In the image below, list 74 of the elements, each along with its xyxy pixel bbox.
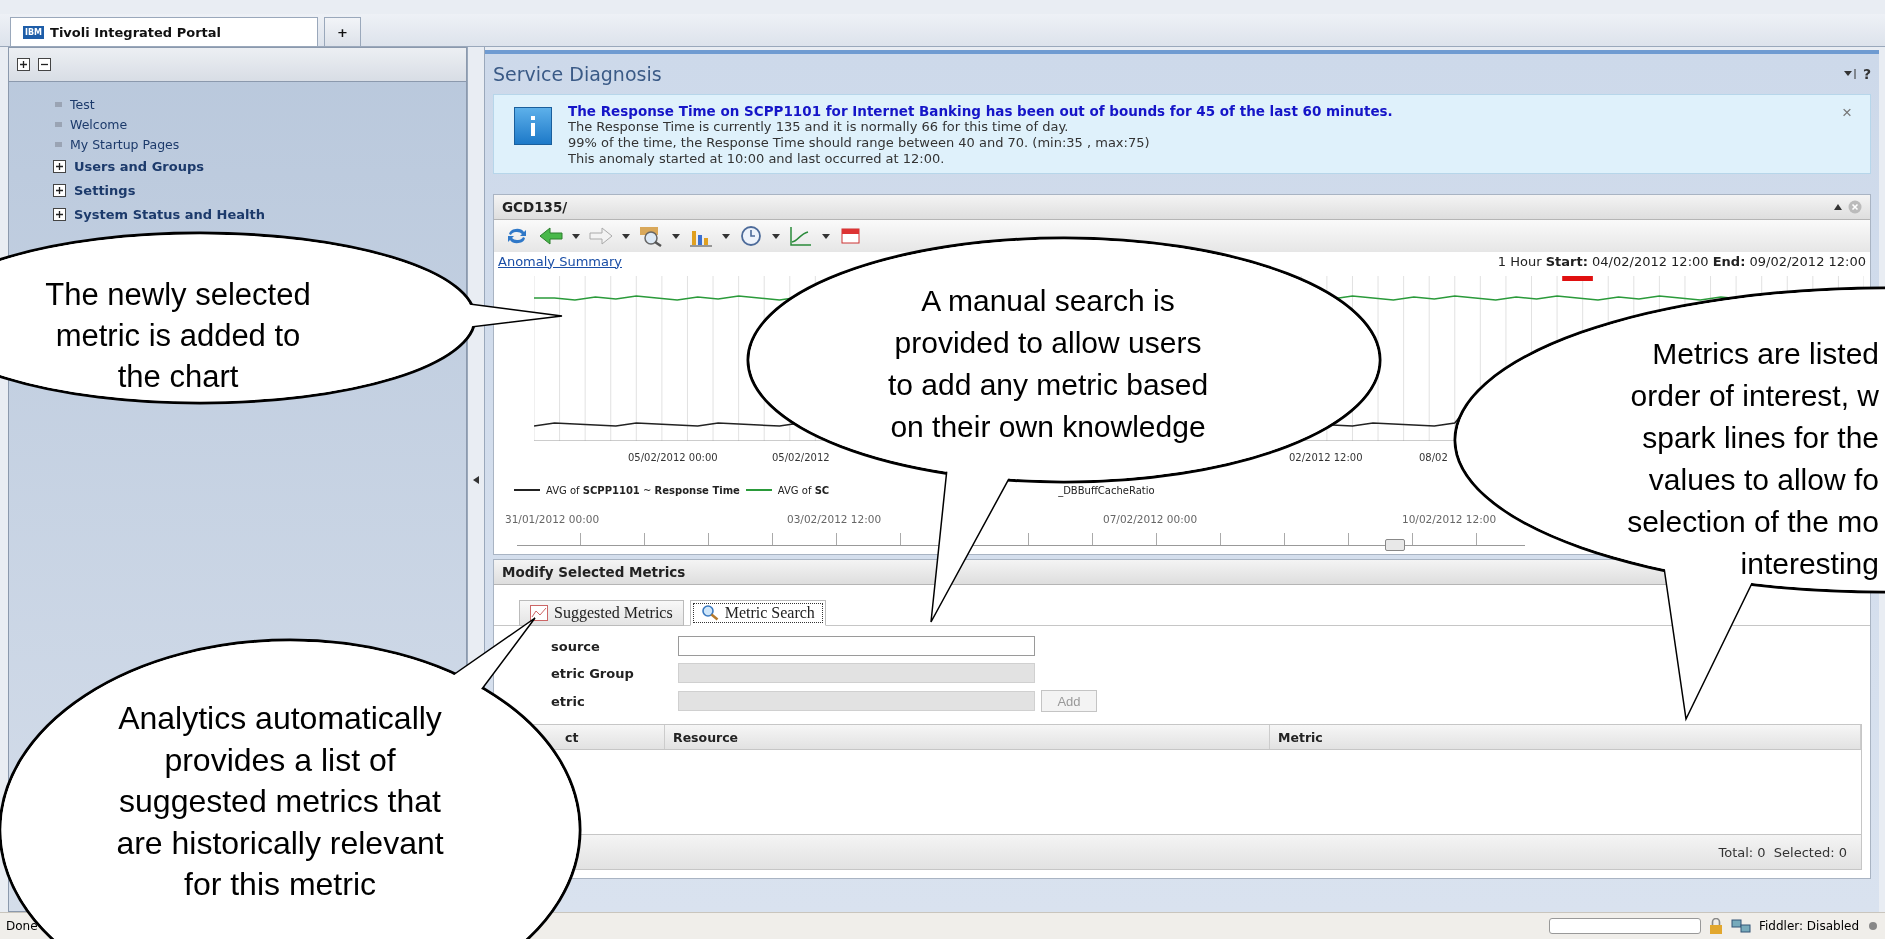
browser-tab[interactable]: IBM Tivoli Integrated Portal xyxy=(10,17,318,46)
collapse-all-icon xyxy=(38,58,51,71)
browser-tab[interactable]: + xyxy=(324,17,361,46)
callout-text: A manual search is provided to allow users to add any metric based on their own knowledge xyxy=(886,283,1210,445)
nav-item[interactable]: My Startup Pages xyxy=(55,136,466,153)
collapse-icon xyxy=(1834,204,1842,210)
time-range-text: 1 Hour Start: 04/02/2012 12:00 End: 09/02/2012 12:00 xyxy=(1497,253,1866,269)
bullet-icon xyxy=(55,142,62,147)
alert-text: 99% of the time, the Response Time should range between 40 and 70. (min:35 , max:75) xyxy=(568,135,1151,151)
caret-icon[interactable] xyxy=(622,233,630,239)
callout-text: Analytics automatically provides a list of suggested metrics that are historically relevant for this metric xyxy=(115,699,445,904)
field-label: etric Group xyxy=(551,665,635,681)
nav-folder[interactable]: Users and Groups xyxy=(53,156,466,177)
input-field[interactable] xyxy=(678,636,1035,656)
callout-text: The newly selected metric is added to the chart xyxy=(44,276,312,396)
timeline-label: 03/02/2012 12:00 xyxy=(787,513,882,525)
close-icon xyxy=(1848,200,1862,214)
legend-label: _DBBuffCacheRatio xyxy=(1058,484,1155,496)
gear-icon xyxy=(1867,920,1879,932)
field-label: etric xyxy=(551,693,586,709)
tab[interactable]: Metric Search xyxy=(689,600,826,626)
expand-icon xyxy=(53,160,66,173)
clock-icon[interactable] xyxy=(738,225,764,247)
table-summary: Total: 0 Selected: 0 xyxy=(1718,844,1847,860)
minimize-icon xyxy=(1842,68,1857,80)
alert-headline: The Response Time on SCPP1101 for Internet Banking has been out of bounds for 45 of the last 60 minutes. xyxy=(568,103,1393,119)
field-label: source xyxy=(551,638,601,654)
axis-label: 05/02/2012 00:00 xyxy=(628,452,718,463)
expand-icon xyxy=(53,184,66,197)
help-link[interactable]: ? xyxy=(1862,66,1871,82)
line-chart-icon[interactable] xyxy=(788,225,814,247)
zoom-tool-icon[interactable] xyxy=(638,225,664,247)
callout-text: Metrics are listed order of interest, w spark lines for the values to allow fo selection of the mo interesting xyxy=(1626,336,1879,582)
timeline-label: 10/02/2012 12:00 xyxy=(1402,513,1497,525)
timeline-label: 07/02/2012 00:00 xyxy=(1103,513,1198,525)
caret-icon[interactable] xyxy=(572,233,580,239)
anomaly-summary-link[interactable]: Anomaly Summary xyxy=(498,253,622,269)
panel-title: GCD135/ xyxy=(502,199,568,215)
collapse-arrow-icon xyxy=(473,475,479,484)
timeline-label: 31/01/2012 00:00 xyxy=(505,513,600,525)
caret-icon[interactable] xyxy=(722,233,730,239)
lock-icon xyxy=(1708,918,1723,934)
range-handle[interactable] xyxy=(1384,539,1405,551)
nav-item[interactable]: Test xyxy=(55,96,466,113)
legend-label: AVG of SC xyxy=(777,484,830,496)
nav-folder[interactable]: System Status and Health xyxy=(53,204,466,225)
status-text: Done xyxy=(6,919,38,933)
column-header[interactable]: Resource xyxy=(665,725,1270,749)
chart-icon xyxy=(530,605,548,621)
expand-icon xyxy=(53,208,66,221)
panel-title: Modify Selected Metrics xyxy=(502,564,686,580)
close-button[interactable]: × xyxy=(1842,103,1852,123)
back-arrow-icon[interactable] xyxy=(538,225,564,247)
alert-text: This anomaly started at 10:00 and last occurred at 12:00. xyxy=(568,151,946,167)
fiddler-status[interactable]: Fiddler: Disabled xyxy=(1758,919,1859,933)
axis-label: 02/2012 12:00 xyxy=(1289,452,1363,463)
axis-label: 08/02 xyxy=(1419,452,1448,463)
nav-folder[interactable]: Settings xyxy=(53,180,466,201)
alert-text: The Response Time is currently 135 and it is normally 66 for this time of day. xyxy=(568,119,1070,135)
nav-item[interactable]: Welcome xyxy=(55,116,466,133)
expand-all-icon xyxy=(17,58,30,71)
column-header[interactable]: ct xyxy=(559,725,665,749)
network-icon xyxy=(1730,918,1751,934)
caret-icon[interactable] xyxy=(672,233,680,239)
tab[interactable]: Suggested Metrics xyxy=(519,600,684,626)
bullet-icon xyxy=(55,122,62,127)
logo-badge: IBM xyxy=(23,25,45,39)
info-icon xyxy=(514,107,552,145)
page-title: Service Diagnosis xyxy=(493,63,662,85)
bullet-icon xyxy=(55,102,62,107)
axis-label: 05/02/2012 xyxy=(772,452,830,463)
column-header[interactable]: Metric xyxy=(1270,725,1861,749)
legend-label: AVG of SCPP1101 ~ Response Time xyxy=(546,484,740,496)
search-icon xyxy=(700,605,719,621)
